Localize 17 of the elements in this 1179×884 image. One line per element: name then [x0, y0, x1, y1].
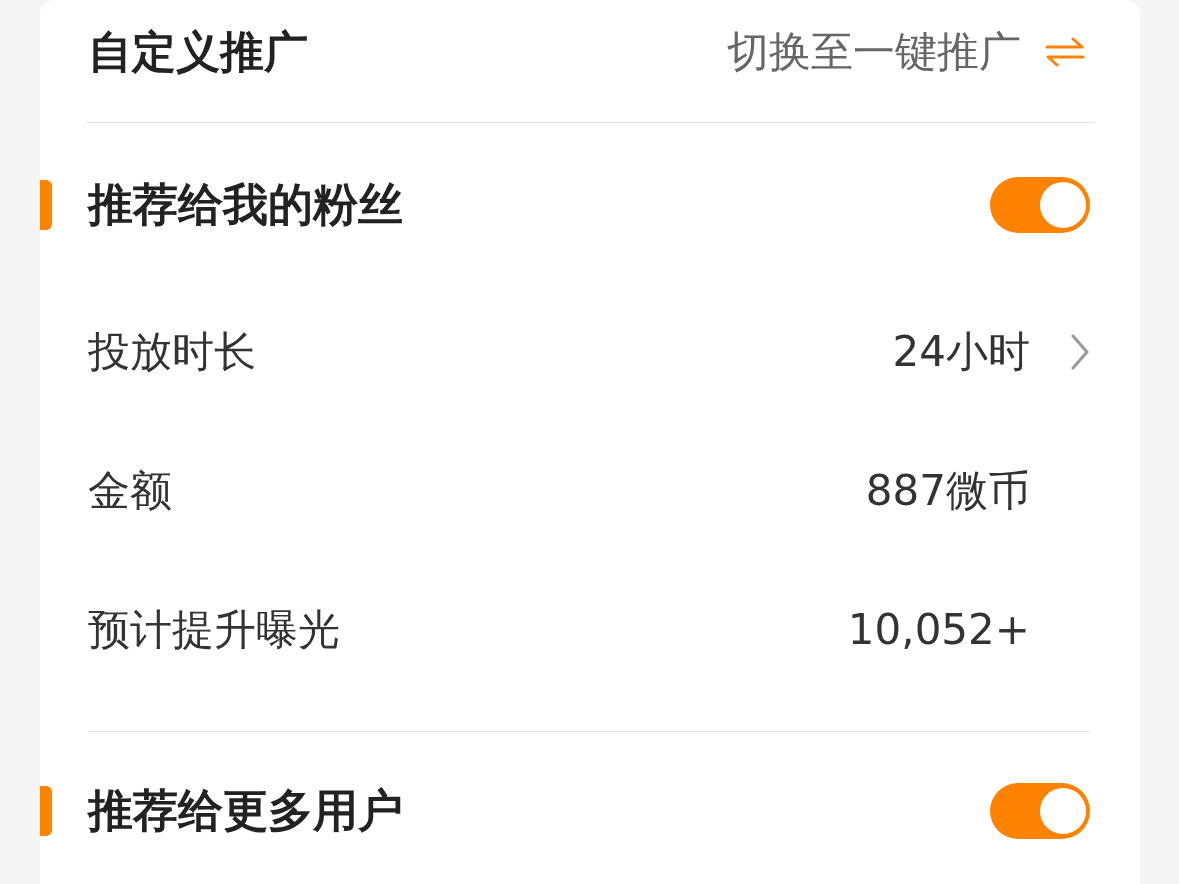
row-label: 投放时长: [88, 326, 257, 378]
chevron-right-icon: [1070, 333, 1090, 370]
row-value: 24小时: [892, 326, 1030, 378]
toggle-switch[interactable]: [990, 177, 1090, 233]
section-title: 推荐给我的粉丝: [88, 177, 404, 233]
page-title: 自定义推广: [88, 25, 308, 79]
toggle-switch[interactable]: [990, 783, 1090, 839]
swap-arrows-icon: [1045, 37, 1085, 67]
row-value: 887微币: [865, 465, 1030, 517]
row-label: 金额: [88, 465, 173, 517]
setting-row[interactable]: 投放时长 24小时: [40, 282, 1140, 421]
row-value: 10,052+: [847, 604, 1030, 656]
section-title: 推荐给更多用户: [88, 783, 404, 839]
switch-mode-link[interactable]: 切换至一键推广: [727, 20, 1021, 84]
row-label: 预计提升曝光: [88, 604, 341, 656]
section-accent-bar: [40, 786, 52, 836]
section-accent-bar: [40, 180, 52, 230]
